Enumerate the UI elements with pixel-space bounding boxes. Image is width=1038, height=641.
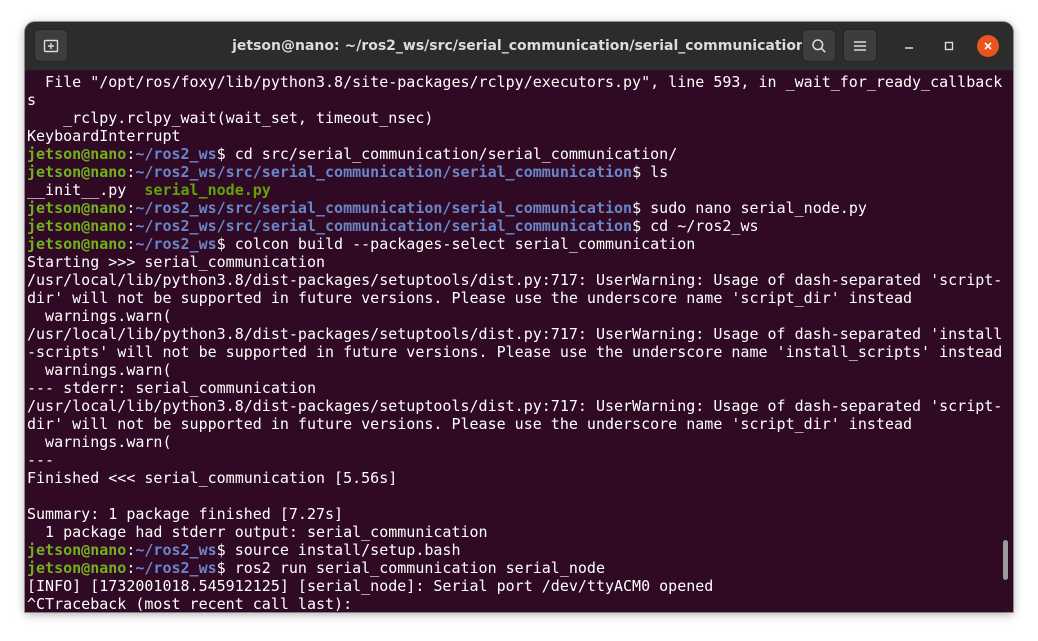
output-line: dir' will not be supported in future ver… [27,289,1013,307]
output-line: Summary: 1 package finished [7.27s] [27,505,1013,523]
output-text: Summary: 1 package finished [7.27s] [27,505,344,523]
output-line: /usr/local/lib/python3.8/dist-packages/s… [27,325,1013,343]
title-bar: jetson@nano: ~/ros2_ws/src/serial_commun… [25,22,1013,71]
output-line: 1 package had stderr output: serial_comm… [27,523,1013,541]
output-line: --- [27,451,1013,469]
output-line: dir' will not be supported in future ver… [27,415,1013,433]
output-text: /usr/local/lib/python3.8/dist-packages/s… [27,325,1003,343]
output-text: File "/opt/ros/foxy/lib/python3.8/site-p… [27,73,1003,91]
output-line: warnings.warn( [27,433,1013,451]
output-line: /usr/local/lib/python3.8/dist-packages/s… [27,271,1013,289]
output-text: _rclpy.rclpy_wait(wait_set, timeout_nsec… [27,109,434,127]
output-text: [INFO] [1732001018.545912125] [serial_no… [27,577,714,595]
output-line: _rclpy.rclpy_wait(wait_set, timeout_nsec… [27,109,1013,127]
prompt-path: ~/ros2_ws/src/serial_communication/seria… [135,163,633,181]
output-text: warnings.warn( [27,361,172,379]
scrollbar-thumb[interactable] [1003,540,1008,580]
output-line: -scripts' will not be supported in futur… [27,343,1013,361]
output-text: Starting >>> serial_communication [27,253,326,271]
prompt-line: jetson@nano:~/ros2_ws/src/serial_communi… [27,217,1013,235]
output-text: warnings.warn( [27,433,172,451]
prompt-user-host: jetson@nano [27,541,127,559]
output-line: Starting >>> serial_communication [27,253,1013,271]
output-text: -scripts' will not be supported in futur… [27,343,1003,361]
prompt-line: jetson@nano:~/ros2_ws$ cd src/serial_com… [27,145,1013,163]
output-text: /usr/local/lib/python3.8/dist-packages/s… [27,271,1003,289]
prompt-path: ~/ros2_ws [135,235,217,253]
prompt-user-host: jetson@nano [27,217,127,235]
prompt-user-host: jetson@nano [27,199,127,217]
prompt-path: ~/ros2_ws [135,559,217,577]
terminal-window: jetson@nano: ~/ros2_ws/src/serial_commun… [25,22,1013,612]
search-icon [812,38,826,53]
prompt-user-host: jetson@nano [27,163,127,181]
terminal-output[interactable]: File "/opt/ros/foxy/lib/python3.8/site-p… [25,71,1013,612]
search-button[interactable] [802,29,836,62]
new-tab-button[interactable] [34,29,68,62]
prompt-user-host: jetson@nano [27,145,127,163]
output-line: /usr/local/lib/python3.8/dist-packages/s… [27,397,1013,415]
prompt-line: jetson@nano:~/ros2_ws$ ros2 run serial_c… [27,559,1013,577]
menu-button[interactable] [843,29,877,62]
prompt-path: ~/ros2_ws [135,145,217,163]
command-text: $ colcon build --packages-select serial_… [216,235,696,253]
output-text: s [27,91,37,109]
prompt-path: ~/ros2_ws/src/serial_communication/seria… [135,199,633,217]
output-text: /usr/local/lib/python3.8/dist-packages/s… [27,397,1003,415]
output-text: dir' will not be supported in future ver… [27,415,913,433]
prompt-line: jetson@nano:~/ros2_ws/src/serial_communi… [27,163,1013,181]
file-name: serial_node.py [144,181,271,199]
output-line: File "/opt/ros/foxy/lib/python3.8/site-p… [27,73,1013,91]
output-line: Finished <<< serial_communication [5.56s… [27,469,1013,487]
command-text: $ cd src/serial_communication/serial_com… [216,145,678,163]
maximize-button[interactable] [938,35,960,57]
output-text: Finished <<< serial_communication [5.56s… [27,469,398,487]
prompt-path: ~/ros2_ws [135,541,217,559]
output-line: ^CTraceback (most recent call last): [27,595,1013,612]
prompt-user-host: jetson@nano [27,559,127,577]
prompt-line: jetson@nano:~/ros2_ws$ source install/se… [27,541,1013,559]
output-text: --- [27,451,55,469]
prompt-line: jetson@nano:~/ros2_ws/src/serial_communi… [27,199,1013,217]
minimize-icon [905,47,913,49]
output-line: [INFO] [1732001018.545912125] [serial_no… [27,577,1013,595]
output-line: --- stderr: serial_communication [27,379,1013,397]
output-line: warnings.warn( [27,307,1013,325]
hamburger-menu-icon [854,40,866,51]
command-text: $ ros2 run serial_communication serial_n… [216,559,605,577]
output-line: warnings.warn( [27,361,1013,379]
output-line: __init__.py serial_node.py [27,181,1013,199]
output-text: ^CTraceback (most recent call last): [27,595,353,612]
output-line: KeyboardInterrupt [27,127,1013,145]
prompt-path: ~/ros2_ws/src/serial_communication/seria… [135,217,633,235]
command-text: $ ls [632,163,669,181]
output-line: s [27,91,1013,109]
output-text: 1 package had stderr output: serial_comm… [27,523,488,541]
command-text: $ source install/setup.bash [216,541,461,559]
output-text: --- stderr: serial_communication [27,379,316,397]
prompt-line: jetson@nano:~/ros2_ws$ colcon build --pa… [27,235,1013,253]
close-icon [984,42,992,50]
command-text: $ cd ~/ros2_ws [632,217,759,235]
maximize-icon [944,41,954,51]
new-tab-icon [43,39,59,52]
command-text: $ sudo nano serial_node.py [632,199,867,217]
close-button[interactable] [977,35,999,57]
minimize-button[interactable] [898,35,920,57]
output-text: __init__.py [27,181,145,199]
output-text: warnings.warn( [27,307,172,325]
output-text: KeyboardInterrupt [27,127,181,145]
prompt-user-host: jetson@nano [27,235,127,253]
output-text: dir' will not be supported in future ver… [27,289,913,307]
